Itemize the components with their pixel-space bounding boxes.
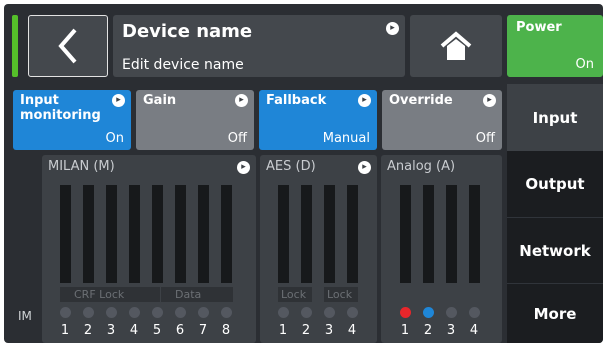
- aes-title: AES (D): [266, 159, 316, 174]
- channel-led: [198, 307, 209, 318]
- meter-bar: [152, 185, 163, 283]
- override-label: Override: [389, 93, 453, 108]
- channel-number: 2: [83, 323, 93, 338]
- channel-led: [347, 307, 358, 318]
- aes-panel[interactable]: AES (D) ▸ Lock Lock 1 2 3 4: [260, 155, 377, 343]
- lock-label: Lock: [278, 287, 312, 302]
- nav-input[interactable]: Input: [507, 84, 603, 151]
- analog-panel[interactable]: Analog (A) 1 2 3 4: [381, 155, 502, 343]
- meter-bar: [324, 185, 335, 283]
- channel-led: [221, 307, 232, 318]
- meter-bar: [301, 185, 312, 283]
- channel-number: 1: [400, 323, 410, 338]
- fallback-button[interactable]: Fallback ▸ Manual: [259, 90, 377, 150]
- meter-bar: [221, 185, 232, 283]
- channel-number: 4: [347, 323, 357, 338]
- channel-led: [324, 307, 335, 318]
- milan-title: MILAN (M): [48, 159, 115, 174]
- channel-number: 6: [175, 323, 185, 338]
- power-button[interactable]: Power On: [507, 15, 603, 77]
- arrow-right-icon: ▸: [386, 22, 399, 35]
- channel-number: 7: [198, 323, 208, 338]
- meter-bar: [423, 185, 434, 283]
- channel-led: [278, 307, 289, 318]
- fallback-label: Fallback: [266, 93, 327, 108]
- nav-more[interactable]: More: [507, 283, 603, 343]
- chevron-left-icon: [58, 28, 77, 64]
- meter-bar: [60, 185, 71, 283]
- meter-bar: [347, 185, 358, 283]
- device-subtitle: Edit device name: [122, 57, 244, 73]
- arrow-right-icon: ▸: [112, 94, 125, 107]
- channel-led: [129, 307, 140, 318]
- device-name-button[interactable]: Device name Edit device name ▸: [113, 15, 405, 77]
- channel-number: 3: [106, 323, 116, 338]
- channel-number: 2: [423, 323, 433, 338]
- home-icon: [440, 31, 472, 60]
- meter-bar: [129, 185, 140, 283]
- gain-label: Gain: [143, 93, 177, 108]
- meter-bar: [83, 185, 94, 283]
- channel-led: [106, 307, 117, 318]
- im-label: IM: [18, 309, 32, 323]
- override-value: Off: [475, 131, 495, 146]
- gain-value: Off: [227, 131, 247, 146]
- meter-bar: [198, 185, 209, 283]
- meter-bar: [446, 185, 457, 283]
- channel-led: [469, 307, 480, 318]
- device-title: Device name: [122, 21, 253, 42]
- milan-panel[interactable]: MILAN (M) ▸ CRF Lock Data 1 2 3 4 5 6 7 …: [42, 155, 256, 343]
- gain-button[interactable]: Gain ▸ Off: [136, 90, 254, 150]
- power-label: Power: [516, 20, 562, 35]
- channel-number: 2: [301, 323, 311, 338]
- channel-led: [60, 307, 71, 318]
- arrow-right-icon: ▸: [358, 94, 371, 107]
- arrow-right-icon: ▸: [235, 94, 248, 107]
- device-screen: Device name Edit device name ▸ Power On …: [4, 4, 603, 343]
- channel-led-blue: [423, 307, 434, 318]
- channel-number: 5: [152, 323, 162, 338]
- lock-label: Lock: [324, 287, 358, 302]
- meter-bar: [469, 185, 480, 283]
- channel-led: [301, 307, 312, 318]
- nav-output[interactable]: Output: [507, 151, 603, 217]
- meter-bar: [400, 185, 411, 283]
- back-button[interactable]: [28, 15, 108, 77]
- channel-number: 4: [129, 323, 139, 338]
- arrow-right-icon: ▸: [358, 161, 371, 174]
- nav-network[interactable]: Network: [507, 217, 603, 283]
- data-label: Data: [161, 287, 233, 302]
- channel-led: [446, 307, 457, 318]
- analog-title: Analog (A): [387, 159, 456, 174]
- channel-number: 3: [446, 323, 456, 338]
- channel-number: 8: [221, 323, 231, 338]
- channel-led: [152, 307, 163, 318]
- arrow-right-icon: ▸: [483, 94, 496, 107]
- override-button[interactable]: Override ▸ Off: [382, 90, 502, 150]
- channel-led: [83, 307, 94, 318]
- channel-led-red: [400, 307, 411, 318]
- input-monitoring-label: Input monitoring: [20, 93, 101, 123]
- channel-number: 4: [469, 323, 479, 338]
- channel-number: 3: [324, 323, 334, 338]
- channel-number: 1: [278, 323, 288, 338]
- home-button[interactable]: [410, 15, 502, 77]
- input-monitoring-value: On: [105, 131, 124, 146]
- power-value: On: [575, 57, 594, 72]
- channel-led: [175, 307, 186, 318]
- meter-bar: [106, 185, 117, 283]
- arrow-right-icon: ▸: [237, 161, 250, 174]
- crf-lock-label: CRF Lock: [60, 287, 160, 302]
- status-indicator: [12, 15, 18, 77]
- input-monitoring-button[interactable]: Input monitoring ▸ On: [13, 90, 131, 150]
- meter-bar: [278, 185, 289, 283]
- channel-number: 1: [60, 323, 70, 338]
- fallback-value: Manual: [322, 131, 370, 146]
- meter-bar: [175, 185, 186, 283]
